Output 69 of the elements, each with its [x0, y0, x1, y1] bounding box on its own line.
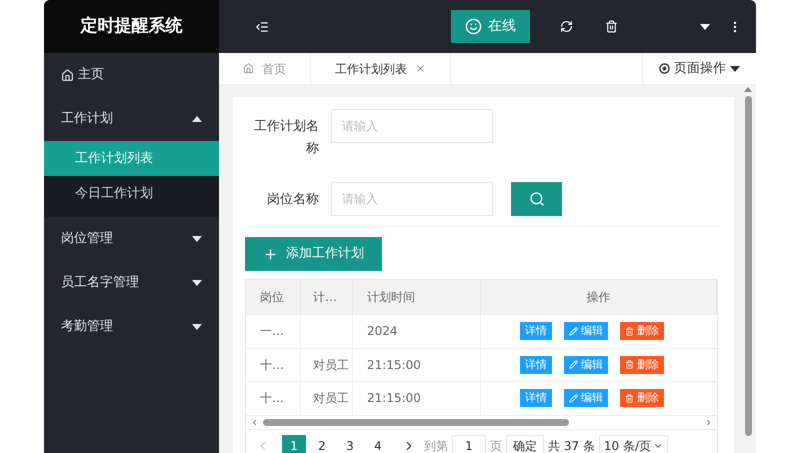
- sidebar-item[interactable]: 工作计划: [44, 97, 219, 141]
- column-header: 操作: [481, 280, 717, 314]
- sidebar-item[interactable]: 岗位管理: [44, 217, 219, 261]
- page-number[interactable]: 3: [338, 434, 362, 453]
- scroll-right-icon[interactable]: [704, 418, 713, 426]
- goto-label: 到第: [424, 438, 448, 453]
- table-cell-text: 十…: [260, 390, 284, 408]
- expand-icon: [192, 280, 202, 286]
- page-tab[interactable]: 工作计划列表: [311, 53, 451, 84]
- page-number[interactable]: 2: [310, 434, 334, 453]
- pencil-icon: [569, 360, 578, 370]
- smiley-icon: [465, 18, 482, 35]
- sidebar-item[interactable]: 员工名字管理: [44, 261, 219, 305]
- app-title: 定时提醒系统: [44, 0, 219, 53]
- trash-icon: [625, 326, 634, 336]
- table-cell-text: 十…: [260, 356, 284, 374]
- page-number[interactable]: 1: [282, 434, 306, 453]
- page-number[interactable]: 4: [366, 434, 390, 453]
- close-icon[interactable]: [415, 63, 426, 74]
- expand-icon: [192, 324, 202, 330]
- input-field[interactable]: 请输入: [331, 109, 493, 143]
- scroll-up-icon[interactable]: [744, 87, 752, 92]
- add-plan-button[interactable]: 添加工作计划: [245, 237, 382, 271]
- sidebar-item[interactable]: 考勤管理: [44, 305, 219, 349]
- sidebar-label: 主页: [78, 66, 104, 84]
- online-status-button[interactable]: 在线: [451, 10, 530, 43]
- caret-icon[interactable]: [700, 24, 710, 30]
- search-icon: [528, 191, 544, 207]
- collapse-icon: [192, 116, 202, 122]
- table-cell-text: 21:15:00: [367, 390, 421, 408]
- table-cell-text: 一…: [260, 323, 284, 340]
- column-header: 计划时间: [353, 280, 481, 314]
- home-icon: [243, 63, 254, 74]
- confirm-button[interactable]: 确定: [506, 434, 544, 453]
- horizontal-scrollbar[interactable]: [246, 414, 717, 428]
- table-cell-text: 对员工: [313, 356, 349, 374]
- table-cell-text: 2024: [367, 323, 398, 340]
- search-button[interactable]: [511, 182, 562, 216]
- input-field[interactable]: 请输入: [331, 182, 493, 216]
- menu-icon[interactable]: [255, 20, 269, 34]
- page-input[interactable]: 1: [452, 434, 486, 453]
- page-actions-button[interactable]: 页面操作: [642, 53, 756, 84]
- sidebar-item[interactable]: 主页: [44, 53, 219, 97]
- target-icon: [659, 63, 670, 74]
- plus-icon: [263, 246, 278, 262]
- trash-icon[interactable]: [605, 20, 618, 33]
- sidebar-label: 考勤管理: [61, 318, 113, 336]
- field-label: 岗位名称: [266, 191, 320, 209]
- sidebar-subitem[interactable]: 今日工作计划: [44, 176, 219, 211]
- pencil-icon: [569, 394, 578, 403]
- scroll-left-icon[interactable]: [250, 418, 259, 426]
- table-cell-text: 21:15:00: [367, 356, 421, 374]
- page-size-select[interactable]: 10 条/页: [598, 434, 668, 453]
- sidebar-label: 员工名字管理: [61, 274, 139, 292]
- total-count: 共 37 条: [548, 438, 595, 453]
- expand-icon: [192, 236, 202, 242]
- column-header: 岗位: [246, 280, 301, 314]
- sidebar-label: 岗位管理: [61, 230, 113, 248]
- field-label: 工作计划名称: [253, 118, 320, 158]
- table-cell-text: 对员工: [313, 390, 349, 408]
- trash-icon: [625, 360, 634, 370]
- page-unit: 页: [490, 438, 502, 453]
- refresh-icon[interactable]: [560, 20, 573, 33]
- trash-icon: [625, 394, 634, 403]
- pencil-icon: [569, 326, 578, 336]
- sidebar-label: 工作计划: [61, 110, 113, 128]
- home-icon: [61, 68, 74, 82]
- column-header: 计…: [301, 280, 353, 314]
- caret-icon: [730, 66, 740, 72]
